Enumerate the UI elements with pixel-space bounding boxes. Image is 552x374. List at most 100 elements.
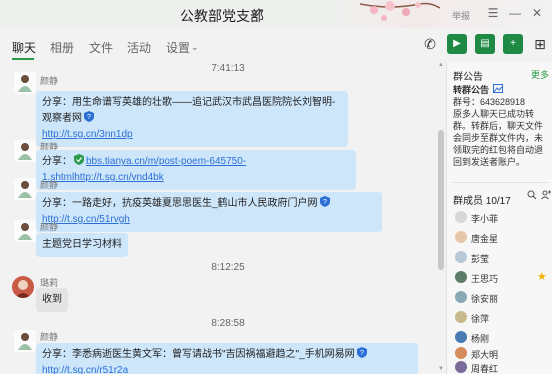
member-name: 徐萍 [471,314,490,324]
members-count: 10/17 [485,196,511,207]
member-name: 彭莹 [471,254,490,264]
message-text: 主题党日学习材料 [42,239,122,250]
security-shield-icon: ? [84,111,94,122]
avatar[interactable] [14,72,36,94]
sender-name: 颜静 [40,180,59,190]
active-tab-indicator [12,58,34,60]
member-item[interactable]: 唐金星 [453,230,552,246]
edit-icon[interactable] [251,7,263,19]
member-item[interactable]: 王思巧 ★ [453,270,552,286]
scroll-up-icon[interactable]: ▲ [438,62,444,68]
avatar[interactable] [14,178,36,200]
message-link[interactable]: http://t.sg.cn/3nn1dp [42,129,133,140]
add-member-icon[interactable] [541,190,551,200]
sender-name: 颜静 [40,76,59,86]
toolbar: 聊天 相册 文件 活动 设置 ⌄ ✆ ▶ ▤ + ⊞ [0,28,552,62]
security-shield-icon: ? [356,347,367,358]
member-item[interactable]: 周春红 [453,360,552,374]
member-item[interactable]: 杨刚 [453,330,552,346]
member-avatar [455,311,467,323]
svg-text:?: ? [360,350,364,357]
video-call-icon[interactable]: ▶ [447,34,467,54]
member-avatar [455,251,467,263]
message-bubble[interactable]: 收到 [36,288,68,312]
report-link[interactable]: 举报 [452,9,470,22]
search-icon[interactable] [527,190,537,200]
avatar[interactable] [14,330,36,352]
member-avatar [455,331,467,343]
sender-name: 颜静 [40,222,59,232]
minimize-icon[interactable]: — [508,6,522,20]
announcement-more-link[interactable]: 更多 [531,68,549,81]
message-bubble[interactable]: 分享： bbs.tianya.cn/m/post-poem-645750-1.sh… [36,150,356,190]
avatar[interactable] [12,276,34,298]
member-item[interactable]: 徐安丽 [453,290,552,306]
security-shield-icon: ? [319,196,330,207]
members-header-label: 群成员 [453,196,483,207]
member-name: 唐金星 [471,234,499,244]
message-bubble[interactable]: 分享：李悉病逝医生黄文军：曾写请战书"吉因祸福避趋之"_手机网易网? http:/… [36,343,418,374]
message-text: 分享：李悉病逝医生黄文军：曾写请战书"吉因祸福避趋之"_手机网易网 [42,349,355,360]
member-avatar [455,291,467,303]
tab-settings[interactable]: 设置 [166,39,190,56]
announcement-body: 原多人聊天已成功转群。转群后，聊天文件会同步至群文件内，未领取完的红包将自动退回… [453,109,544,167]
close-icon[interactable]: ✕ [530,6,544,20]
member-name: 李小菲 [471,214,499,224]
member-avatar [455,361,467,373]
announcement-title: 转群公告 [453,85,490,95]
svg-text:?: ? [323,199,327,206]
member-item[interactable]: 徐萍 [453,310,552,326]
message-text: 收到 [42,294,62,305]
chat-area: 7:41:13 颜静 分享：用生命谱写英雄的壮歌——追记武汉市武昌医院院长刘智明… [0,62,436,374]
phone-icon[interactable]: ✆ [420,34,440,54]
timestamp: 8:12:25 [211,262,245,273]
menu-icon[interactable]: ☰ [486,6,500,20]
member-avatar [455,211,467,223]
group-info-panel: 群公告 更多 转群公告 群号：643628918 原多人聊天已成功转群。转群后，… [446,62,552,374]
divider [453,182,549,183]
image-icon [493,84,503,93]
blossom-decoration-icon [360,1,440,21]
member-name: 杨刚 [471,334,490,344]
avatar[interactable] [14,140,36,162]
message-text: 分享：一路走好，抗疫英雄夏思思医生_鹤山市人民政府门户网 [42,198,318,209]
chat-plus-icon[interactable]: + [503,34,523,54]
member-name: 周春红 [471,364,499,374]
tab-album[interactable]: 相册 [50,39,74,56]
timestamp: 8:28:58 [211,318,245,329]
message-link[interactable]: bbs.tianya.cn/m/post-poem-645750-1.shtml… [42,156,246,183]
message-bubble[interactable]: 主题党日学习材料 [36,233,128,257]
classroom-icon[interactable]: ▤ [475,34,495,54]
member-avatar [455,347,467,359]
announcement-header: 群公告 [453,72,483,83]
timestamp: 7:41:13 [211,63,245,74]
group-number-label: 群号： [453,97,481,107]
member-avatar [455,271,467,283]
scroll-thumb[interactable] [438,130,444,270]
member-name: 王思巧 [471,274,499,284]
message-text: 分享： [42,156,72,167]
more-apps-icon[interactable]: ⊞ [530,34,550,54]
message-link[interactable]: http://t.sg.cn/r51r2a [42,365,128,374]
member-item[interactable]: 彭莹 [453,250,552,266]
svg-text:?: ? [87,114,91,121]
title-bar: 公教部党支部 举报 ☰ — ✕ [0,0,552,28]
scroll-down-icon[interactable]: ▼ [438,366,444,372]
member-item[interactable]: 李小菲 [453,210,552,226]
chat-scrollbar[interactable]: ▲ ▼ [438,62,444,374]
star-icon: ★ [537,271,547,283]
sender-name: 颜静 [40,332,59,342]
group-number-value: 643628918 [480,97,526,107]
avatar[interactable] [14,220,36,242]
chevron-down-icon[interactable]: ⌄ [191,42,199,53]
tab-chat[interactable]: 聊天 [12,39,36,56]
member-name: 徐安丽 [471,294,499,304]
tab-activities[interactable]: 活动 [127,39,151,56]
message-bubble[interactable]: 分享：用生命谱写英雄的壮歌——追记武汉市武昌医院院长刘智明-观察者网? http… [36,91,348,147]
message-bubble[interactable]: 分享：一路走好，抗疫英雄夏思思医生_鹤山市人民政府门户网? http://t.sg… [36,192,382,232]
verified-shield-icon [74,154,84,165]
members-header: 群成员 10/17 [453,192,511,207]
group-number: 群号：643628918 [453,96,525,108]
tab-files[interactable]: 文件 [89,39,113,56]
member-avatar [455,231,467,243]
